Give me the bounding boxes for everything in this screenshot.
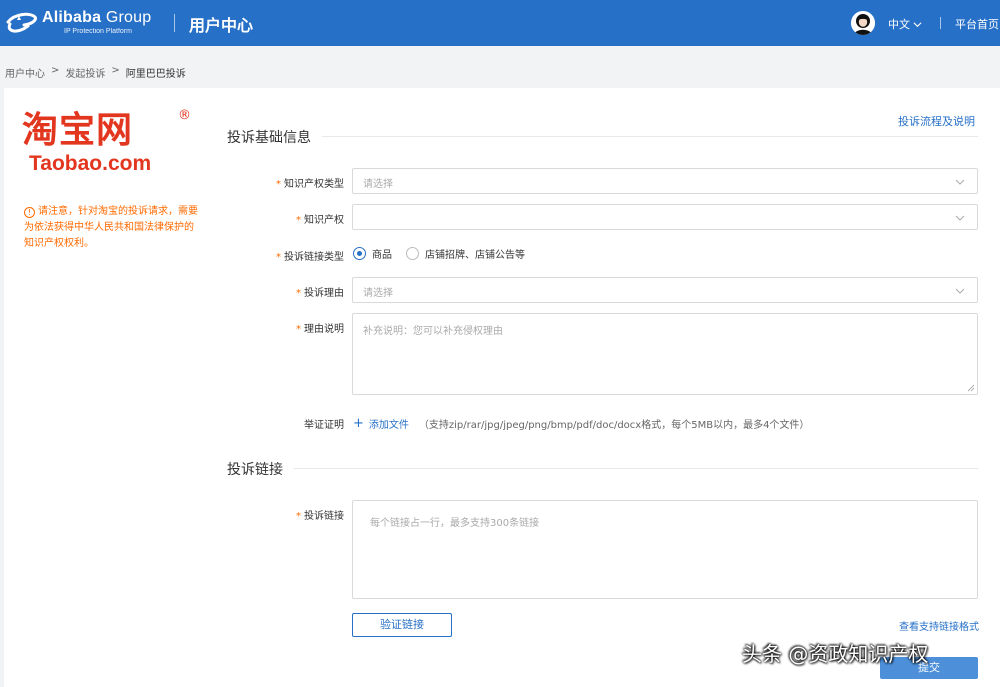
required-mark: * xyxy=(296,511,301,522)
section-divider xyxy=(322,136,978,137)
required-mark: * xyxy=(276,179,281,190)
registered-mark: ® xyxy=(178,108,191,123)
reason-label-text: 投诉理由 xyxy=(304,288,344,299)
brand-name: Alibaba Group xyxy=(42,9,151,27)
brand-group-text: Group xyxy=(105,9,152,26)
reason-desc-label: * 理由说明 xyxy=(224,320,344,335)
add-file-button[interactable]: + 添加文件 xyxy=(353,415,409,432)
taobao-logo-en: Taobao.com xyxy=(29,152,152,175)
links-placeholder: 每个链接占一行，最多支持300条链接 xyxy=(370,518,540,529)
add-file-label: 添加文件 xyxy=(368,420,409,431)
header-divider xyxy=(174,14,175,32)
notice-text: ! 请注意，针对淘宝的投诉请求，需要为依法获得中华人民共和国法律保护的知识产权权利… xyxy=(24,204,202,252)
breadcrumb-item-user-center[interactable]: 用户中心 xyxy=(5,65,45,80)
reason-label: * 投诉理由 xyxy=(224,284,344,299)
complaint-process-link[interactable]: 投诉流程及说明 xyxy=(898,113,975,129)
header-divider xyxy=(940,17,941,29)
complaint-links-textarea[interactable]: 每个链接占一行，最多支持300条链接 xyxy=(352,500,978,599)
radio-shop-sign-label[interactable]: 店铺招牌、店铺公告等 xyxy=(425,246,525,261)
required-mark: * xyxy=(276,252,281,263)
alibaba-logo-icon xyxy=(6,12,37,33)
plus-icon: + xyxy=(353,415,364,431)
radio-product[interactable] xyxy=(353,247,366,260)
evidence-upload: + 添加文件 （支持zip/rar/jpg/jpeg/png/bmp/pdf/do… xyxy=(353,415,810,432)
section-title-links: 投诉链接 xyxy=(227,462,283,478)
taobao-logo: 淘宝网 ® Taobao.com xyxy=(22,108,194,180)
user-avatar-icon[interactable] xyxy=(851,11,875,35)
section-title-basic-info: 投诉基础信息 xyxy=(227,130,311,146)
warning-circle-icon: ! xyxy=(24,207,35,218)
radio-shop-sign[interactable] xyxy=(406,247,419,260)
language-label: 中文 xyxy=(888,18,910,31)
taobao-logo-cn: 淘宝网 xyxy=(22,110,134,151)
link-type-label-text: 投诉链接类型 xyxy=(284,252,344,263)
required-mark: * xyxy=(296,215,301,226)
breadcrumb-item-complaint[interactable]: 发起投诉 xyxy=(65,65,105,80)
upload-hint: （支持zip/rar/jpg/jpeg/png/bmp/pdf/doc/docx… xyxy=(418,420,810,431)
radio-product-label[interactable]: 商品 xyxy=(372,246,392,261)
ip-select[interactable] xyxy=(352,204,978,230)
ip-type-placeholder: 请选择 xyxy=(363,179,393,190)
breadcrumb-separator: > xyxy=(51,65,60,76)
supported-link-format-link[interactable]: 查看支持链接格式 xyxy=(899,618,979,633)
chevron-down-icon xyxy=(913,21,922,27)
reason-desc-label-text: 理由说明 xyxy=(304,324,344,335)
resize-grip-icon[interactable] xyxy=(967,384,975,392)
top-header: Alibaba Group IP Protection Platform 用户中… xyxy=(0,0,1000,46)
ip-label: * 知识产权 xyxy=(224,211,344,226)
breadcrumb: 用户中心 > 发起投诉 > 阿里巴巴投诉 xyxy=(5,65,186,80)
verify-links-button[interactable]: 验证链接 xyxy=(352,613,452,637)
links-label: * 投诉链接 xyxy=(224,507,344,522)
chevron-down-icon xyxy=(955,215,965,221)
chevron-down-icon xyxy=(955,288,965,294)
ip-type-label-text: 知识产权类型 xyxy=(284,179,344,190)
reason-desc-placeholder: 补充说明：您可以补充侵权理由 xyxy=(363,326,503,337)
links-label-text: 投诉链接 xyxy=(304,511,344,522)
brand-text: Alibaba xyxy=(42,9,102,26)
required-mark: * xyxy=(296,324,301,335)
alibaba-logo[interactable]: Alibaba Group IP Protection Platform xyxy=(4,8,164,38)
language-switcher[interactable]: 中文 xyxy=(888,16,922,32)
notice-message: 请注意，针对淘宝的投诉请求，需要为依法获得中华人民共和国法律保护的知识产权权利。 xyxy=(24,206,198,249)
page-title: 用户中心 xyxy=(189,16,254,35)
breadcrumb-item-current: 阿里巴巴投诉 xyxy=(125,69,186,80)
required-mark: * xyxy=(296,288,301,299)
ip-type-label: * 知识产权类型 xyxy=(224,175,344,190)
reason-placeholder: 请选择 xyxy=(363,288,393,299)
ip-label-text: 知识产权 xyxy=(304,215,344,226)
chevron-down-icon xyxy=(955,179,965,185)
ip-type-select[interactable]: 请选择 xyxy=(352,168,978,194)
reason-select[interactable]: 请选择 xyxy=(352,277,978,303)
link-type-radio-group: 商品 店铺招牌、店铺公告等 xyxy=(353,246,539,261)
link-type-label: * 投诉链接类型 xyxy=(224,248,344,263)
evidence-label: 举证证明 xyxy=(304,420,344,431)
section-divider xyxy=(294,468,978,469)
watermark: 头条 @资政知识产权 xyxy=(742,642,929,666)
platform-home-link[interactable]: 平台首页 xyxy=(955,16,999,32)
reason-desc-textarea[interactable]: 补充说明：您可以补充侵权理由 xyxy=(352,313,978,395)
brand-subtitle: IP Protection Platform xyxy=(64,28,132,35)
breadcrumb-separator: > xyxy=(111,65,120,76)
